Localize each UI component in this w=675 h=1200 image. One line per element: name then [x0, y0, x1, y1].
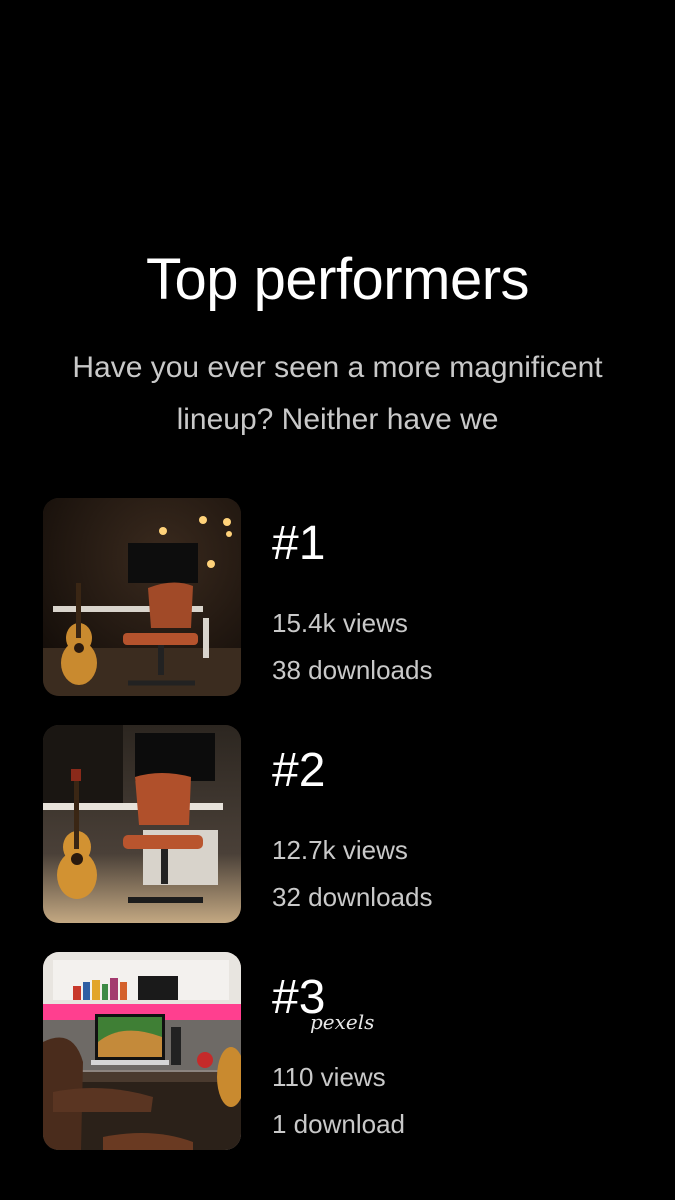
desk-photo-image [43, 952, 241, 1150]
downloads-count-2: 32 downloads [272, 882, 433, 912]
performer-card-1[interactable]: #1 15.4k views 38 downloads [43, 498, 643, 697]
subtitle-line-2: lineup? Neither have we [176, 403, 499, 436]
page-subtitle: Have you ever seen a more magnificent li… [40, 342, 635, 446]
rank-label-2: #2 [272, 744, 326, 797]
performer-thumbnail-1[interactable] [43, 498, 241, 696]
performer-thumbnail-2[interactable] [43, 725, 241, 923]
studio-photo-image [43, 498, 241, 696]
subtitle-line-1: Have you ever seen a more magnificent [72, 351, 603, 384]
views-count-2: 12.7k views [272, 835, 408, 865]
rank-label-1: #1 [272, 517, 326, 570]
pexels-watermark: pexels [310, 1010, 375, 1034]
studio-photo-image [43, 725, 241, 923]
views-count-3: 110 views [272, 1062, 386, 1092]
performer-card-3[interactable]: #3 110 views 1 download pexels [43, 952, 643, 1151]
views-count-1: 15.4k views [272, 608, 408, 638]
downloads-count-3: 1 download [272, 1109, 405, 1139]
performer-card-2[interactable]: #2 12.7k views 32 downloads [43, 725, 643, 924]
performer-thumbnail-3[interactable] [43, 952, 241, 1150]
downloads-count-1: 38 downloads [272, 655, 433, 685]
page-title: Top performers [145, 247, 530, 312]
